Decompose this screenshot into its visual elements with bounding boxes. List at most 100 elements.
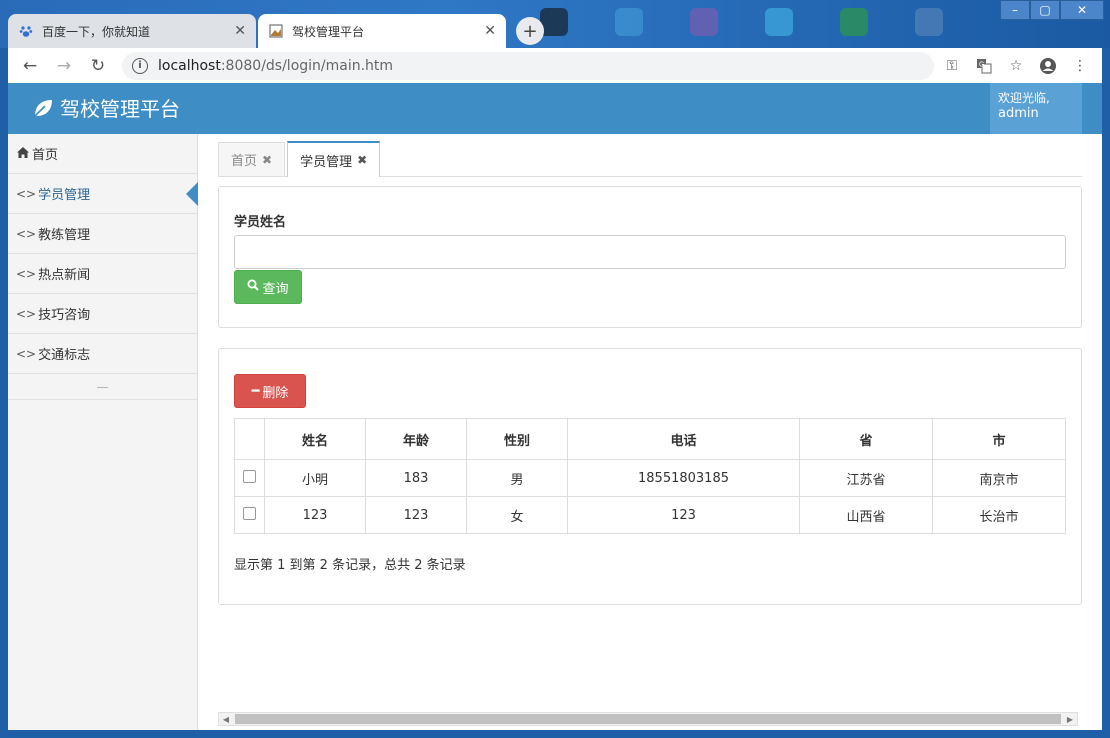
brand[interactable]: 驾校管理平台 [32,93,180,122]
pagination-info: 显示第 1 到第 2 条记录，总共 2 条记录 [234,558,466,573]
query-button[interactable]: 查询 [234,270,302,304]
username: admin [998,106,1039,121]
sidebar-collapse-toggle[interactable]: — [8,374,197,400]
home-icon [16,146,30,162]
table-cell: 123 [264,496,366,534]
user-welcome[interactable]: 欢迎光临, admin [990,83,1082,134]
sidebar-item-coaches[interactable]: <> 教练管理 [8,214,197,254]
minus-icon: ━ [251,383,260,399]
scrollbar-thumb[interactable] [235,714,1061,724]
reload-icon[interactable]: ↻ [84,52,112,80]
column-header[interactable]: 姓名 [264,418,366,460]
desktop-shortcut-icon[interactable] [540,8,568,36]
table-cell: 江苏省 [799,459,933,497]
svg-text:G: G [979,61,984,68]
site-info-icon[interactable]: i [132,57,148,74]
leaf-icon [34,99,52,117]
row-checkbox[interactable] [243,469,256,483]
close-tab-icon[interactable]: ✖ [357,153,367,167]
horizontal-scrollbar[interactable]: ◀ ▶ [218,712,1078,726]
table-header-row: 姓名 年龄 性别 电话 省 市 [234,418,1066,460]
desktop-shortcut-icon[interactable] [690,8,718,36]
content-tabs: 首页 ✖ 学员管理 ✖ [218,141,1082,177]
student-name-label: 学员姓名 [234,215,287,230]
browser-toolbar: ← → ↻ i localhost:8080/ds/login/main.htm… [8,48,1102,83]
window-controls: – ▢ ✕ [1000,0,1104,20]
delete-button[interactable]: ━ 删除 [234,374,306,408]
tab-label: 学员管理 [300,154,353,170]
column-header[interactable]: 性别 [466,418,568,460]
app-header: 驾校管理平台 欢迎光临, admin [8,83,1102,134]
desktop-shortcut-icon[interactable] [915,8,943,36]
minimize-button[interactable]: – [1000,0,1030,20]
app-window: 驾校管理平台 欢迎光临, admin 首页 <> 学员管理 <> 教练管理 <>… [8,83,1102,730]
table-row[interactable]: 小明 183 男 18551803185 江苏省 南京市 [234,459,1066,497]
page-image-icon [268,23,284,39]
tab-home[interactable]: 首页 ✖ [218,142,286,176]
sidebar-item-tips[interactable]: <> 技巧咨询 [8,294,197,334]
column-header[interactable]: 年龄 [365,418,467,460]
back-arrow-icon[interactable]: ← [16,52,44,80]
account-icon[interactable] [1034,52,1062,80]
close-tab-icon[interactable]: ✕ [234,23,246,39]
column-header[interactable]: 电话 [567,418,800,460]
browser-tab-baidu[interactable]: 百度一下，你就知道 ✕ [8,14,256,48]
scroll-left-icon[interactable]: ◀ [219,715,233,724]
new-tab-button[interactable]: + [516,17,544,45]
table-cell: 山西省 [799,496,933,534]
sidebar-item-home[interactable]: 首页 [8,134,197,174]
desktop-shortcut-icon[interactable] [615,8,643,36]
table-row[interactable]: 123 123 女 123 山西省 长治市 [234,496,1066,534]
delete-button-label: 删除 [262,385,289,401]
sidebar: 首页 <> 学员管理 <> 教练管理 <> 热点新闻 <> 技巧咨询 <> 交通… [8,134,198,730]
sidebar-item-news[interactable]: <> 热点新闻 [8,254,197,294]
table-cell: 男 [466,459,568,497]
forward-arrow-icon[interactable]: → [50,52,78,80]
key-icon[interactable]: ⚿ [938,52,966,80]
table-cell: 123 [365,496,467,534]
sidebar-item-label: 热点新闻 [38,268,91,283]
student-name-input[interactable] [234,235,1066,269]
sidebar-item-traffic-signs[interactable]: <> 交通标志 [8,334,197,374]
row-checkbox[interactable] [243,506,256,520]
scroll-right-icon[interactable]: ▶ [1063,715,1077,724]
translate-icon[interactable]: G [970,52,998,80]
star-icon[interactable]: ☆ [1002,52,1030,80]
close-window-button[interactable]: ✕ [1060,0,1104,20]
menu-kebab-icon[interactable]: ⋮ [1066,52,1094,80]
close-tab-icon[interactable]: ✖ [262,153,272,167]
code-icon: <> [16,306,37,321]
search-icon [247,279,260,295]
query-button-label: 查询 [262,281,289,297]
maximize-button[interactable]: ▢ [1030,0,1060,20]
desktop-shortcut-icon[interactable] [840,8,868,36]
sidebar-item-label: 教练管理 [38,228,91,243]
table-cell: 长治市 [932,496,1066,534]
sidebar-item-label: 首页 [32,148,59,163]
column-header[interactable]: 市 [932,418,1066,460]
table-cell: 小明 [264,459,366,497]
browser-tab-strip: 百度一下，你就知道 ✕ 驾校管理平台 ✕ + [8,12,544,48]
code-icon: <> [16,226,37,241]
browser-tab-title: 驾校管理平台 [292,24,365,39]
sidebar-item-students[interactable]: <> 学员管理 [8,174,198,214]
code-icon: <> [16,346,37,361]
table-cell: 18551803185 [567,459,800,497]
browser-tab-title: 百度一下，你就知道 [42,24,151,39]
desktop-shortcut-icon[interactable] [765,8,793,36]
browser-tab-app[interactable]: 驾校管理平台 ✕ [258,14,506,48]
brand-title: 驾校管理平台 [60,97,180,121]
table-cell: 女 [466,496,568,534]
welcome-text: 欢迎光临, [998,91,1050,105]
code-icon: <> [16,266,37,281]
tab-students[interactable]: 学员管理 ✖ [287,141,381,177]
column-header[interactable]: 省 [799,418,933,460]
tab-label: 首页 [231,154,258,169]
select-column-header [234,418,265,460]
close-tab-icon[interactable]: ✕ [484,23,496,39]
code-icon: <> [16,186,37,201]
address-bar[interactable]: i localhost:8080/ds/login/main.htm [122,51,934,80]
sidebar-item-label: 学员管理 [38,188,91,203]
main-content: 首页 ✖ 学员管理 ✖ 学员姓名 查询 ━ 删除 姓名 年龄 性别 电话 省 市… [218,141,1082,701]
table-cell: 南京市 [932,459,1066,497]
